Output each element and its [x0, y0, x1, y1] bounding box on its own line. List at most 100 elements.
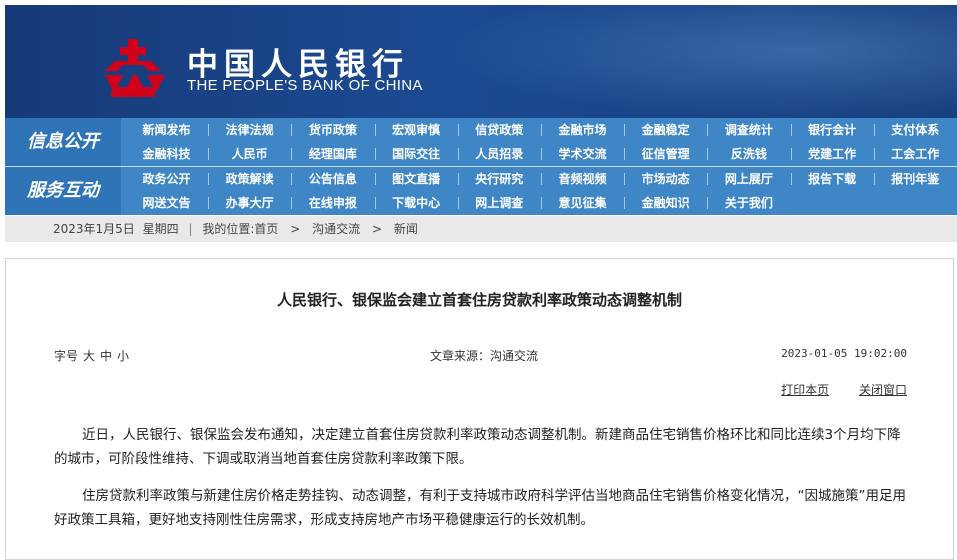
nav-link-divider [208, 197, 210, 209]
nav-link-label: 关于我们 [724, 196, 773, 210]
nav-link[interactable]: 网上调查 [457, 191, 541, 215]
breadcrumb-level2-link[interactable]: 新闻 [394, 216, 418, 242]
nav-link[interactable]: 意见征集 [541, 191, 624, 215]
nav-link[interactable]: 法律法规 [208, 118, 291, 142]
nav-link[interactable]: 政策解读 [208, 167, 291, 191]
nav-link-divider [624, 173, 626, 185]
nav-link-divider [208, 148, 210, 160]
banner-glow [437, 5, 957, 118]
nav-link[interactable]: 货币政策 [291, 118, 374, 142]
article-title: 人民银行、银保监会建立首套住房贷款利率政策动态调整机制 [276, 291, 682, 309]
nav-link[interactable]: 在线申报 [291, 191, 374, 215]
nav-link-label: 人民币 [231, 147, 268, 161]
nav-link[interactable]: 网上展厅 [707, 167, 790, 191]
nav-link-divider [624, 124, 626, 136]
nav-link[interactable]: 人员招录 [457, 142, 541, 166]
nav-link[interactable]: 新闻发布 [125, 118, 208, 142]
print-page-link[interactable]: 打印本页 [781, 383, 829, 397]
nav-link-divider [707, 173, 709, 185]
close-window-link[interactable]: 关闭窗口 [859, 383, 907, 397]
nav-link-label: 银行会计 [808, 123, 857, 137]
nav-link[interactable]: 央行研究 [457, 167, 541, 191]
breadcrumb-home-link[interactable]: 首页 [254, 216, 278, 242]
nav-link[interactable]: 经理国库 [291, 142, 374, 166]
nav-link[interactable]: 图文直播 [374, 167, 458, 191]
breadcrumb-level1-link[interactable]: 沟通交流 [312, 216, 360, 242]
nav-link[interactable]: 网送文告 [125, 191, 208, 215]
nav-link[interactable]: 金融科技 [125, 142, 208, 166]
nav-link-divider [457, 124, 459, 136]
nav-link[interactable]: 关于我们 [707, 191, 790, 215]
nav-link-divider [208, 124, 210, 136]
nav-link[interactable]: 征信管理 [624, 142, 707, 166]
nav-link[interactable]: 工会工作 [873, 142, 957, 166]
font-size-medium-link[interactable]: 中 [100, 349, 112, 363]
nav-link-divider [291, 124, 293, 136]
font-size-large-link[interactable]: 大 [83, 349, 95, 363]
nav-group-info: 信息公开 新闻发布 法律法规 货币政策 宏观审慎 信贷政策 金融市场 金融稳定 调查统计 银行会… [5, 118, 957, 167]
nav-link[interactable]: 市场动态 [624, 167, 707, 191]
nav-links-info: 新闻发布 法律法规 货币政策 宏观审慎 信贷政策 金融市场 金融稳定 调查统计 银行会计 支付体系… [125, 118, 957, 166]
font-size-controls: 字号大中小 [54, 347, 129, 364]
nav-group-title-service: 服务互动 [5, 167, 121, 215]
breadcrumb-arrow: > [290, 222, 301, 236]
nav-link[interactable]: 金融市场 [541, 118, 624, 142]
article-body: 近日，人民银行、银保监会发布通知，决定建立首套住房贷款利率政策动态调整机制。新建… [54, 423, 909, 545]
site-banner: 中国人民银行 THE PEOPLE'S BANK OF CHINA [5, 5, 957, 118]
nav-link[interactable]: 金融知识 [624, 191, 707, 215]
nav-link[interactable]: 报告下载 [790, 167, 874, 191]
nav-link[interactable]: 报刊年鉴 [873, 167, 957, 191]
nav-link-label: 国际交往 [392, 147, 441, 161]
nav-link-divider [707, 124, 709, 136]
nav-link-divider [790, 173, 792, 185]
nav-link-divider [541, 173, 542, 185]
nav-link[interactable]: 国际交往 [374, 142, 458, 166]
nav-group-title-info: 信息公开 [5, 118, 121, 166]
nav-link[interactable]: 调查统计 [707, 118, 790, 142]
nav-link-label: 网上展厅 [724, 172, 773, 186]
article-datetime: 2023-01-05 19:02:00 [781, 347, 907, 360]
bank-name-english: THE PEOPLE'S BANK OF CHINA [187, 77, 423, 94]
nav-link[interactable]: 学术交流 [541, 142, 624, 166]
nav-link-label: 市场动态 [641, 172, 690, 186]
nav-link-label: 信贷政策 [475, 123, 524, 137]
nav-link-label: 金融科技 [142, 147, 191, 161]
nav-link[interactable]: 银行会计 [790, 118, 874, 142]
nav-link-label: 网送文告 [142, 196, 191, 210]
breadcrumb-separator: | [188, 222, 193, 236]
nav-link-divider [457, 173, 459, 185]
nav-link-label: 意见征集 [558, 196, 607, 210]
nav-link-divider [457, 197, 459, 209]
nav-link-label: 宏观审慎 [392, 123, 441, 137]
nav-link[interactable]: 政务公开 [125, 167, 208, 191]
nav-link-divider [873, 148, 875, 160]
nav-link-label: 货币政策 [308, 123, 357, 137]
nav-link-divider [457, 148, 459, 160]
nav-link[interactable]: 反洗钱 [707, 142, 790, 166]
nav-link-label: 经理国库 [308, 147, 357, 161]
pboc-logo-icon[interactable] [97, 35, 169, 99]
nav-link[interactable]: 宏观审慎 [374, 118, 458, 142]
article-actions: 打印本页 关闭窗口 [755, 381, 907, 398]
nav-link[interactable]: 办事大厅 [208, 191, 291, 215]
nav-link[interactable]: 音频视频 [541, 167, 624, 191]
nav-link[interactable]: 公告信息 [291, 167, 374, 191]
nav-link-label: 公告信息 [308, 172, 357, 186]
nav-link[interactable]: 金融稳定 [624, 118, 707, 142]
nav-link[interactable]: 党建工作 [790, 142, 874, 166]
nav-link-label: 央行研究 [475, 172, 524, 186]
nav-link-divider [873, 173, 875, 185]
nav-link[interactable]: 下载中心 [374, 191, 458, 215]
nav-link[interactable]: 支付体系 [873, 118, 957, 142]
font-size-small-link[interactable]: 小 [117, 349, 129, 363]
nav-link-label: 金融稳定 [641, 123, 690, 137]
nav-link[interactable]: 人民币 [208, 142, 291, 166]
article-source: 文章来源：沟通交流 [429, 349, 538, 363]
current-date: 2023年1月5日 [53, 222, 135, 236]
nav-link-divider [374, 173, 376, 185]
nav-link[interactable]: 信贷政策 [457, 118, 541, 142]
nav-link-divider [707, 197, 709, 209]
current-weekday: 星期四 [142, 222, 179, 236]
article-paragraph: 近日，人民银行、银保监会发布通知，决定建立首套住房贷款利率政策动态调整机制。新建… [54, 427, 901, 467]
nav-link-label: 学术交流 [558, 147, 607, 161]
